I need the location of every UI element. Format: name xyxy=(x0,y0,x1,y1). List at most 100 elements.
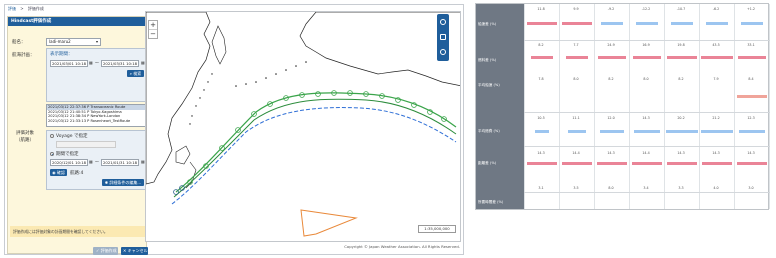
cell-bar xyxy=(561,162,592,165)
cell-value: 19.8 xyxy=(677,43,685,47)
cancel-button[interactable]: ✕ キャンセル xyxy=(121,247,148,255)
cell-bar xyxy=(530,56,553,59)
info-icon[interactable] xyxy=(440,49,446,55)
aleutian-islands xyxy=(235,61,307,87)
cell-value: 3.4 xyxy=(643,186,649,190)
close-icon: ✕ xyxy=(123,248,127,253)
detail-conditions-button[interactable]: ✱ 詳細条件の編集... xyxy=(102,179,144,186)
scale-value: 1:35,000,000 xyxy=(424,226,450,231)
cell-value: +1.2 xyxy=(746,7,755,11)
detail-button-label: 詳細条件の編集... xyxy=(109,180,142,185)
cell-value: 8.4 xyxy=(748,77,754,81)
cell-bar xyxy=(635,22,658,25)
cell-value: 9.9 xyxy=(573,7,579,11)
cell-value: 7.8 xyxy=(538,77,544,81)
cell-value: 3.1 xyxy=(538,186,544,190)
route-map[interactable]: 1:35,000,000 xyxy=(145,11,461,242)
cell-value: 8.0 xyxy=(608,186,614,190)
cell-bar xyxy=(701,162,732,165)
evaluation-table: 船速差 (%) 燃料差 (%) 平均船速 (%) 平均燃費 (%) 距離差 (%… xyxy=(475,3,770,210)
list-item[interactable]: 2021/03/12 21:33:13 P Rosenheart_TestRou… xyxy=(47,119,145,124)
cell-value: 33.1 xyxy=(747,43,755,47)
cell-value: 20.2 xyxy=(677,116,685,120)
cell-bar xyxy=(740,22,763,25)
row-header-column: 船速差 (%) 燃料差 (%) 平均船速 (%) 平均燃費 (%) 距離差 (%… xyxy=(476,4,524,209)
cell-bar xyxy=(561,22,592,25)
route-list[interactable]: 2021/03/12 22:37:36 P Transoceanic Route… xyxy=(46,104,146,127)
voyage-radio[interactable] xyxy=(50,134,54,138)
cell-bar xyxy=(737,56,766,59)
grid-column-line xyxy=(699,4,700,209)
cell-value: -9.2 xyxy=(607,7,615,11)
layers-icon[interactable] xyxy=(440,34,446,40)
cell-value: 12.3 xyxy=(747,116,755,120)
zoom-out-button[interactable]: − xyxy=(149,30,157,39)
breadcrumb-current: 評価作成 xyxy=(27,6,44,11)
cell-value: 14.4 xyxy=(642,151,650,155)
row-label: 平均燃費 (%) xyxy=(478,129,500,133)
cell-bar xyxy=(633,130,660,133)
cell-value: 16.9 xyxy=(642,43,650,47)
create-evaluation-button[interactable]: ✓ 評価作成 xyxy=(93,247,118,255)
confirm-button-label: 確認 xyxy=(56,170,65,175)
breadcrumb-evaluation[interactable]: 評価 xyxy=(8,6,16,11)
grid-column-line xyxy=(524,4,525,209)
calendar-icon[interactable]: ▦ xyxy=(89,60,93,65)
cell-bar xyxy=(700,56,733,59)
map-copyright: Copyright © Japan Weather Association. A… xyxy=(344,244,460,249)
period-to-input[interactable]: 2021/03/31 10:18 xyxy=(101,60,139,67)
evaluation-target-box: Voyage で指定 期間で指定 2020/12/01 10:18 ▦ 〜 20… xyxy=(46,130,146,190)
search-button-label: 検索 xyxy=(133,71,142,76)
period-from-input[interactable]: 2021/03/01 10:18 xyxy=(50,60,88,67)
grid-column-line xyxy=(629,4,630,209)
cell-value: 8.0 xyxy=(573,77,579,81)
grid-row-line xyxy=(524,112,770,113)
grid-column-line xyxy=(734,4,735,209)
cell-value: 43.5 xyxy=(712,43,720,47)
period-separator: 〜 xyxy=(95,60,99,65)
gear-icon: ✱ xyxy=(104,180,109,185)
cell-bar xyxy=(599,130,624,133)
ship-label: 船名： xyxy=(12,40,26,45)
zoom-in-button[interactable]: + xyxy=(149,21,157,30)
cell-bar xyxy=(597,56,626,59)
voyage-input xyxy=(56,141,116,148)
ship-select-value: ladi-maru2 xyxy=(49,39,71,44)
cell-value: -10.7 xyxy=(676,7,686,11)
confirm-button[interactable]: ◉ 確認 xyxy=(50,169,67,176)
period-radio[interactable] xyxy=(50,152,54,156)
cell-bar xyxy=(565,56,588,59)
cell-bar xyxy=(705,22,728,25)
cell-bar xyxy=(738,130,765,133)
cell-bar xyxy=(526,162,557,165)
cell-value: 7.9 xyxy=(713,77,719,81)
map-toolbar xyxy=(437,14,449,61)
calendar-icon[interactable]: ▦ xyxy=(89,159,93,164)
cell-value: 8.2 xyxy=(678,77,684,81)
cell-value: 14.3 xyxy=(747,151,755,155)
breadcrumb-separator: > xyxy=(20,6,24,11)
ship-select[interactable]: ladi-maru2 ▾ xyxy=(46,38,101,46)
search-button[interactable]: ⌕ 検索 xyxy=(127,70,144,77)
map-canvas xyxy=(146,12,460,237)
route-line-dark-green xyxy=(173,98,457,198)
cell-bar xyxy=(666,162,697,165)
grid-row-line xyxy=(524,40,770,41)
row-label: 船速差 (%) xyxy=(478,22,497,26)
gear-icon[interactable] xyxy=(440,19,446,25)
cell-value: 14.3 xyxy=(537,151,545,155)
period-count: 航路:4 xyxy=(70,171,84,176)
cell-value: 3.0 xyxy=(748,186,754,190)
voyage-option-label: Voyage で指定 xyxy=(56,134,88,139)
target-sublabel: （航路） xyxy=(16,138,34,143)
cell-value: 8.2 xyxy=(538,43,544,47)
row-label: 燃料差 (%) xyxy=(478,58,497,62)
grid-column-line xyxy=(559,4,560,209)
target-from-input[interactable]: 2020/12/01 10:18 xyxy=(50,159,88,166)
cell-bar xyxy=(736,162,767,165)
cell-bar xyxy=(665,130,698,133)
row-label: 平均船速 (%) xyxy=(478,83,500,87)
target-to-input[interactable]: 2021/01/31 10:18 xyxy=(101,159,139,166)
cell-value: 4.0 xyxy=(713,186,719,190)
cell-bar xyxy=(631,162,662,165)
